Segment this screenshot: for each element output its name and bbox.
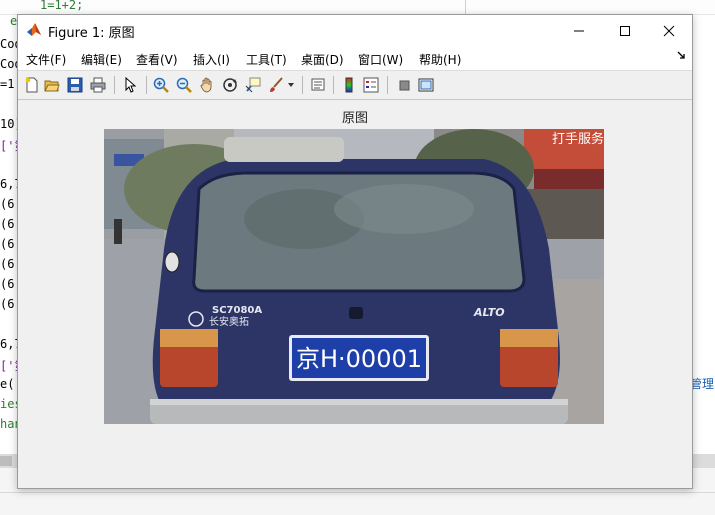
link-plot-icon — [311, 78, 325, 91]
menu-help[interactable]: 帮助(H) — [419, 51, 461, 68]
menu-tools[interactable]: 工具(T) — [246, 51, 287, 68]
hide-plot-tools-button[interactable] — [394, 75, 414, 95]
rotate-3d-icon — [223, 78, 237, 92]
toolbar-separator — [302, 76, 303, 94]
colorbar-button[interactable] — [339, 75, 359, 95]
car-photo[interactable]: 打手服务 SC7080A 长安奥拓 ALTO 京H·00001 — [104, 129, 604, 424]
figure-window: Figure 1: 原图 文件(F) 编辑(E) 查看(V) 插入(I) 工具(… — [17, 14, 693, 489]
new-figure-icon — [25, 77, 38, 93]
code-fragment: =1 — [0, 77, 15, 91]
toolbar-separator — [146, 76, 147, 94]
menu-desktop[interactable]: 桌面(D) — [301, 51, 344, 68]
license-plate-car-image: 打手服务 SC7080A 长安奥拓 ALTO 京H·00001 — [104, 129, 604, 424]
zoom-in-icon — [153, 77, 169, 93]
hide-plot-tools-icon — [399, 80, 410, 91]
brand-subtext: 长安奥拓 — [209, 315, 249, 328]
print-icon — [90, 77, 106, 93]
select-pointer-button[interactable] — [120, 75, 140, 95]
colorbar-icon — [345, 77, 353, 93]
window-title: Figure 1: 原图 — [48, 26, 135, 41]
editor-code-line — [0, 0, 715, 15]
save-button[interactable] — [65, 75, 85, 95]
show-plot-tools-button[interactable] — [416, 75, 436, 95]
command-window-divider — [0, 492, 715, 493]
menu-file[interactable]: 文件(F) — [26, 51, 66, 68]
toolbar-separator — [387, 76, 388, 94]
toolbar-separator — [114, 76, 115, 94]
axes-title: 原图 — [341, 111, 368, 126]
save-icon — [67, 77, 83, 93]
data-cursor-button[interactable] — [243, 75, 263, 95]
minimize-button[interactable] — [556, 15, 602, 46]
pan-button[interactable] — [197, 75, 217, 95]
license-plate-text: 京H·00001 — [296, 345, 422, 373]
close-icon — [663, 25, 675, 36]
editor-divider — [465, 0, 466, 14]
shop-sign-text: 打手服务 — [552, 131, 604, 147]
title-bar[interactable]: Figure 1: 原图 — [18, 15, 692, 46]
pan-hand-icon — [200, 77, 212, 93]
brand-text: SC7080A — [212, 305, 262, 316]
legend-button[interactable] — [361, 75, 381, 95]
menu-view[interactable]: 查看(V) — [136, 51, 178, 68]
brush-dropdown[interactable] — [286, 75, 296, 95]
workspace-label: 管理 — [690, 377, 715, 391]
figure-toolbar — [18, 71, 692, 100]
zoom-out-icon — [176, 77, 192, 93]
legend-icon — [363, 77, 379, 93]
zoom-in-button[interactable] — [151, 75, 171, 95]
menu-window[interactable]: 窗口(W) — [358, 51, 403, 68]
maximize-icon — [620, 25, 630, 36]
close-button[interactable] — [646, 15, 692, 46]
maximize-button[interactable] — [602, 15, 648, 46]
open-file-button[interactable] — [42, 75, 62, 95]
menu-bar: 文件(F) 编辑(E) 查看(V) 插入(I) 工具(T) 桌面(D) 窗口(W… — [18, 46, 692, 71]
chevron-down-icon — [288, 83, 294, 87]
menu-edit[interactable]: 编辑(E) — [81, 51, 122, 68]
show-plot-tools-icon — [418, 78, 434, 92]
figure-canvas: 原图 打手服务 SC7080A 长安奥拓 ALTO 京H·00001 — [18, 100, 692, 488]
rotate-3d-button[interactable] — [220, 75, 240, 95]
link-plot-button[interactable] — [308, 75, 328, 95]
minimize-icon — [574, 30, 584, 31]
dock-arrow-icon[interactable] — [676, 50, 686, 63]
matlab-logo-icon — [26, 22, 42, 38]
new-figure-button[interactable] — [22, 75, 42, 95]
model-text: ALTO — [473, 306, 505, 319]
brush-icon — [270, 77, 283, 92]
open-file-icon — [44, 80, 60, 92]
scrollbar-thumb[interactable] — [0, 456, 12, 466]
toolbar-separator — [333, 76, 334, 94]
data-cursor-icon — [245, 77, 261, 93]
editor-code-text: 1=1+2; — [40, 0, 84, 12]
brush-button[interactable] — [266, 75, 286, 95]
print-button[interactable] — [88, 75, 108, 95]
menu-insert[interactable]: 插入(I) — [193, 51, 230, 68]
select-pointer-icon — [125, 77, 137, 93]
zoom-out-button[interactable] — [174, 75, 194, 95]
